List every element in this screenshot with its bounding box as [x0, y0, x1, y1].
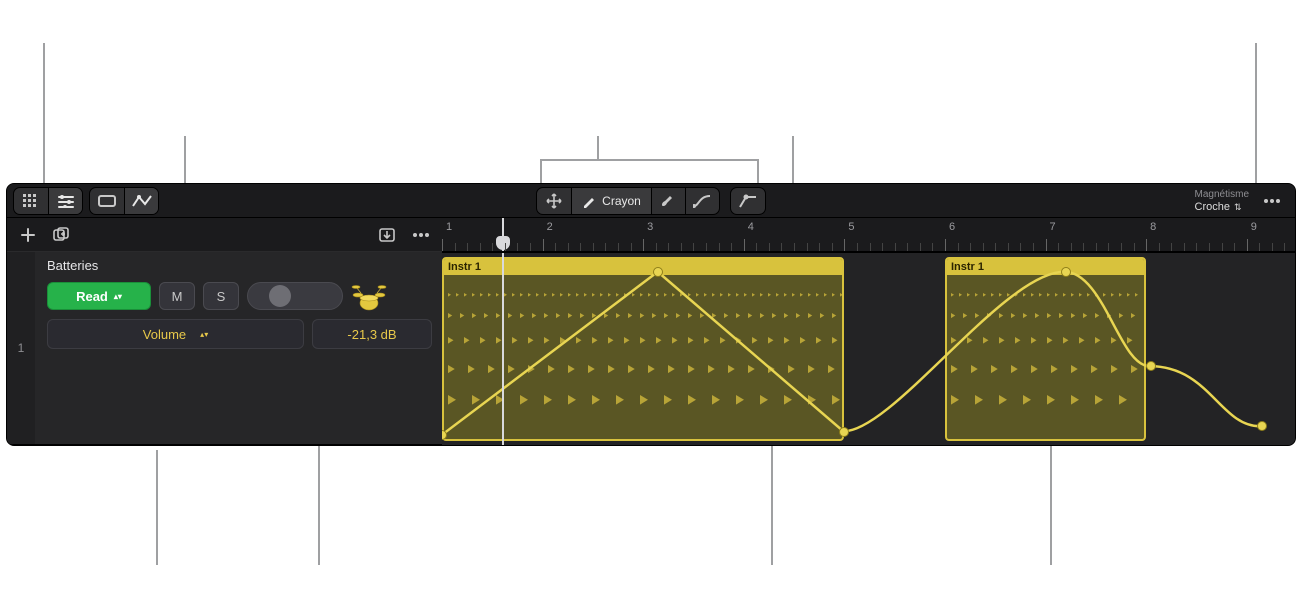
- automation-value: -21,3 dB: [347, 327, 396, 342]
- ellipsis-icon: [1263, 198, 1281, 204]
- pencil-icon: [582, 194, 596, 208]
- brush-icon: [660, 193, 676, 209]
- ruler-bar-label: 4: [748, 221, 754, 233]
- rectangle-icon: [98, 195, 116, 207]
- toolbar: Crayon: [7, 184, 1295, 218]
- automation-node[interactable]: [839, 427, 849, 437]
- ruler-bar-label: 3: [647, 221, 653, 233]
- callout-line: [757, 159, 759, 184]
- automation-curve[interactable]: [442, 253, 1295, 445]
- sort-icon: ▴▾: [200, 332, 208, 337]
- sort-icon: ⇅: [1234, 203, 1242, 212]
- move-tool-button[interactable]: [537, 188, 571, 214]
- duplicate-track-button[interactable]: [51, 224, 73, 246]
- track-header-panel: 1 Batteries Read ▴▾ M S: [7, 218, 442, 445]
- automation-node[interactable]: [1146, 361, 1156, 371]
- pan-knob[interactable]: [269, 285, 291, 307]
- automation-mode-value: Read: [76, 289, 108, 304]
- snap-value: Croche: [1195, 201, 1230, 214]
- add-point-segment: [730, 187, 766, 215]
- callout-line: [1255, 43, 1257, 183]
- curve-icon: [693, 194, 711, 208]
- ruler-bar-label: 9: [1251, 221, 1257, 233]
- plus-icon: [20, 227, 36, 243]
- pan-slider[interactable]: [247, 282, 343, 310]
- solo-button[interactable]: S: [203, 282, 239, 310]
- automation-parameter-menu[interactable]: Volume ▴▾: [47, 319, 304, 349]
- region-view-button[interactable]: [90, 188, 124, 214]
- ruler-bar-label: 2: [547, 221, 553, 233]
- callout-line: [597, 136, 599, 159]
- sliders-icon: [57, 194, 75, 208]
- pencil-tool-button[interactable]: Crayon: [571, 188, 651, 214]
- add-point-icon: [739, 193, 757, 209]
- callout-line: [792, 136, 794, 185]
- track-number: 1: [7, 252, 35, 444]
- ruler-bar-label: 1: [446, 221, 452, 233]
- tracks-area[interactable]: Instr 1Instr 1: [442, 252, 1295, 445]
- automation-node[interactable]: [1257, 421, 1267, 431]
- edit-tools-segment: Crayon: [536, 187, 720, 215]
- drum-kit-icon: [351, 281, 387, 311]
- ruler-bar-label: 5: [848, 221, 854, 233]
- callout-line: [540, 159, 757, 161]
- ellipsis-icon: [412, 232, 430, 238]
- pencil-tool-label: Crayon: [602, 194, 641, 208]
- automation-icon: [132, 194, 152, 208]
- mute-label: M: [172, 289, 183, 304]
- automation-view-button[interactable]: [124, 188, 158, 214]
- import-icon: [378, 227, 396, 243]
- toolbar-center: Crayon: [7, 187, 1295, 215]
- track-more-button[interactable]: [410, 224, 432, 246]
- import-button[interactable]: [376, 224, 398, 246]
- ruler-bar-label: 8: [1150, 221, 1156, 233]
- mute-button[interactable]: M: [159, 282, 195, 310]
- callout-line: [540, 159, 542, 184]
- snap-label: Magnétisme: [1195, 188, 1249, 201]
- view-segment-left: [13, 187, 83, 215]
- timeline: 1 2 3 4 5 6 7 8 9 Instr 1Instr 1: [442, 218, 1295, 445]
- automation-node[interactable]: [653, 267, 663, 277]
- callout-line: [156, 450, 158, 565]
- sort-icon: ▴▾: [114, 294, 122, 299]
- snap-menu[interactable]: Magnétisme Croche ⇅: [1195, 188, 1249, 214]
- solo-label: S: [217, 289, 226, 304]
- ruler-bar-label: 7: [1050, 221, 1056, 233]
- track-view-segment: [89, 187, 159, 215]
- logic-pro-window: Crayon: [6, 183, 1296, 446]
- automation-mode-menu[interactable]: Read ▴▾: [47, 282, 151, 310]
- automation-value-display[interactable]: -21,3 dB: [312, 319, 432, 349]
- playhead-line[interactable]: [502, 253, 504, 445]
- track-row[interactable]: 1 Batteries Read ▴▾ M S: [7, 252, 442, 445]
- track-name[interactable]: Batteries: [47, 258, 432, 273]
- add-track-button[interactable]: [17, 224, 39, 246]
- more-menu-button[interactable]: [1255, 188, 1289, 214]
- track-header-toolbar: [7, 218, 442, 252]
- duplicate-icon: [53, 227, 71, 243]
- curve-tool-button[interactable]: [685, 188, 719, 214]
- ruler-bar-label: 6: [949, 221, 955, 233]
- automation-node[interactable]: [1061, 267, 1071, 277]
- brush-tool-button[interactable]: [651, 188, 685, 214]
- callout-line: [184, 136, 186, 185]
- ruler[interactable]: 1 2 3 4 5 6 7 8 9: [442, 218, 1295, 252]
- move-icon: [546, 193, 562, 209]
- mixer-button[interactable]: [48, 188, 82, 214]
- grid-icon: [23, 194, 39, 208]
- library-button[interactable]: [14, 188, 48, 214]
- automation-parameter-name: Volume: [143, 327, 186, 342]
- add-automation-point-button[interactable]: [731, 188, 765, 214]
